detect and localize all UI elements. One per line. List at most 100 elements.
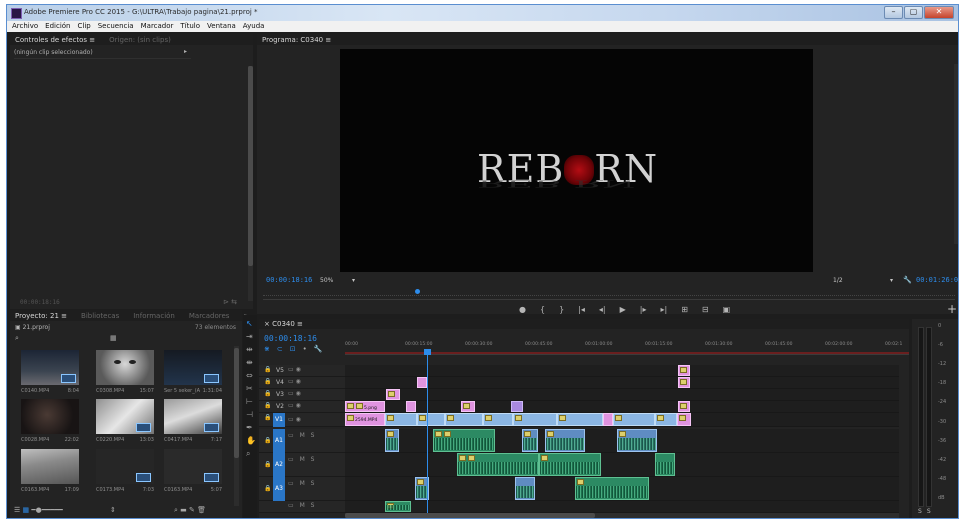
hand-tool-icon[interactable]: ✋: [246, 436, 256, 445]
mark-out-icon[interactable]: }: [559, 305, 564, 314]
program-current-timecode[interactable]: 00:00:18:16: [266, 276, 312, 284]
zoom-slider[interactable]: ━●━━━━━: [31, 506, 62, 514]
tab-libraries[interactable]: Bibliotecas: [81, 312, 119, 320]
lane-v1[interactable]: 2594.MP4: [345, 413, 899, 427]
audio-clip[interactable]: [539, 453, 601, 476]
zoom-tool-icon[interactable]: ⌕: [246, 449, 250, 458]
video-clip[interactable]: [677, 413, 691, 426]
clip-thumbnail[interactable]: [164, 350, 222, 385]
project-scrollbar[interactable]: [234, 346, 239, 506]
clip-thumbnail[interactable]: [21, 350, 79, 385]
menu-marcador[interactable]: Marcador: [141, 21, 174, 32]
solo-left-button[interactable]: S: [918, 508, 927, 515]
resolution-dropdown-icon[interactable]: ▾: [890, 277, 893, 284]
program-playhead[interactable]: [415, 289, 420, 294]
track-visibility-icon[interactable]: ▭◉: [288, 366, 303, 373]
lane-v3[interactable]: [345, 389, 899, 401]
video-clip[interactable]: [603, 413, 613, 426]
clip-thumbnail[interactable]: [96, 399, 154, 434]
lock-icon[interactable]: 🔒: [264, 378, 271, 385]
effect-controls-scrollbar[interactable]: [248, 66, 253, 301]
track-visibility-icon[interactable]: ▭◉: [288, 402, 303, 409]
lane-a2[interactable]: [345, 453, 899, 477]
menu-clip[interactable]: Clip: [78, 21, 91, 32]
mute-solo-icons[interactable]: ▭ M S: [288, 456, 316, 463]
graphic-clip[interactable]: [406, 401, 416, 412]
project-scroll-thumb[interactable]: [234, 348, 239, 458]
lock-icon[interactable]: 🔒: [264, 366, 271, 373]
solo-right-button[interactable]: S: [927, 508, 936, 515]
track-visibility-icon[interactable]: ▭◉: [288, 390, 303, 397]
monitor-scrollbar[interactable]: [954, 64, 958, 244]
lane-v4[interactable]: [345, 377, 899, 389]
rate-stretch-tool-icon[interactable]: ⇔: [246, 371, 253, 380]
audio-clip[interactable]: [385, 429, 399, 452]
track-header-a4[interactable]: ▭ M S: [259, 501, 345, 513]
new-bin-icon[interactable]: ▦: [110, 334, 117, 342]
zoom-dropdown-icon[interactable]: ▾: [352, 277, 355, 284]
footer-tools-icon[interactable]: ⌕ ▬ ✎ 🗑: [174, 506, 206, 515]
mark-in-icon[interactable]: {: [540, 305, 545, 314]
track-header-v4[interactable]: 🔒 V4 ▭◉: [259, 377, 345, 389]
graphic-clip[interactable]: 5.png: [345, 401, 385, 412]
track-header-a2[interactable]: 🔒 A2 ▭ M S: [259, 453, 345, 477]
step-forward-icon[interactable]: |▸: [640, 305, 647, 314]
video-clip[interactable]: [417, 413, 445, 426]
search-icon[interactable]: ⌕: [15, 334, 19, 343]
mute-solo-icons[interactable]: ▭ M S: [288, 502, 316, 509]
tab-effect-controls[interactable]: Controles de efectos ≡: [15, 36, 95, 44]
icon-view-icon[interactable]: ▦: [23, 506, 30, 514]
timeline-horizontal-scrollbar[interactable]: [345, 513, 899, 518]
timeline-scroll-thumb[interactable]: [345, 513, 595, 518]
track-header-a1[interactable]: 🔒 A1 ▭ M S: [259, 429, 345, 453]
tab-source[interactable]: Origen: (sin clips): [109, 36, 171, 44]
step-back-icon[interactable]: ◂|: [599, 305, 606, 314]
clip-thumbnail[interactable]: [164, 399, 222, 434]
program-time-ruler[interactable]: [263, 289, 955, 296]
graphic-clip[interactable]: [386, 389, 400, 400]
slide-tool-icon[interactable]: ⊣: [246, 410, 253, 419]
audio-clip[interactable]: [433, 429, 495, 452]
graphic-clip[interactable]: [461, 401, 475, 412]
tab-program[interactable]: Programa: C0340 ≡: [262, 36, 331, 44]
lane-a4[interactable]: [345, 501, 899, 513]
selection-tool-icon[interactable]: ↖: [246, 319, 253, 328]
menu-titulo[interactable]: Título: [180, 21, 200, 32]
track-header-v5[interactable]: 🔒 V5 ▭◉: [259, 365, 345, 377]
menu-archivo[interactable]: Archivo: [12, 21, 38, 32]
track-select-tool-icon[interactable]: ⇥: [246, 332, 253, 341]
ripple-edit-tool-icon[interactable]: ⇹: [246, 345, 253, 354]
slip-tool-icon[interactable]: ⊢: [246, 397, 253, 406]
lock-icon[interactable]: 🔒: [264, 485, 271, 492]
sequence-timecode[interactable]: 00:00:18:16: [264, 334, 317, 343]
close-button[interactable]: ✕: [924, 6, 954, 19]
extract-icon[interactable]: ⊟: [702, 305, 709, 314]
clip-thumbnail[interactable]: [96, 350, 154, 385]
track-header-a3[interactable]: 🔒 A3 ▭ M S: [259, 477, 345, 501]
mute-solo-icons[interactable]: ▭ M S: [288, 480, 316, 487]
tab-markers[interactable]: Marcadores: [189, 312, 230, 320]
track-header-v3[interactable]: 🔒 V3 ▭◉: [259, 389, 345, 401]
audio-clip[interactable]: [515, 477, 535, 500]
add-marker-timeline-icon[interactable]: ⊡: [290, 345, 303, 353]
linked-selection-icon[interactable]: ⊂: [277, 345, 290, 353]
clip-thumbnail[interactable]: [21, 449, 79, 484]
lane-a3[interactable]: [345, 477, 899, 501]
lane-a1[interactable]: [345, 429, 899, 453]
video-preview[interactable]: REB RN REB RN: [340, 49, 813, 272]
export-frame-icon[interactable]: ▣: [723, 305, 731, 314]
lock-icon[interactable]: 🔒: [264, 402, 271, 409]
video-clip[interactable]: [655, 413, 677, 426]
lane-v2[interactable]: 5.png: [345, 401, 899, 413]
zoom-select[interactable]: 50%: [320, 277, 333, 284]
pen-tool-icon[interactable]: ✒: [246, 423, 253, 432]
menu-ventana[interactable]: Ventana: [207, 21, 236, 32]
audio-clip[interactable]: [655, 453, 675, 476]
lane-v5[interactable]: [345, 365, 899, 377]
maximize-button[interactable]: ▢: [904, 6, 923, 19]
go-to-in-icon[interactable]: |◂: [578, 305, 585, 314]
rolling-edit-tool-icon[interactable]: ⇼: [246, 358, 253, 367]
graphic-clip[interactable]: [678, 377, 690, 388]
timeline-settings-icon[interactable]: 🔧: [314, 345, 330, 353]
playhead-handle-icon[interactable]: [424, 349, 431, 355]
